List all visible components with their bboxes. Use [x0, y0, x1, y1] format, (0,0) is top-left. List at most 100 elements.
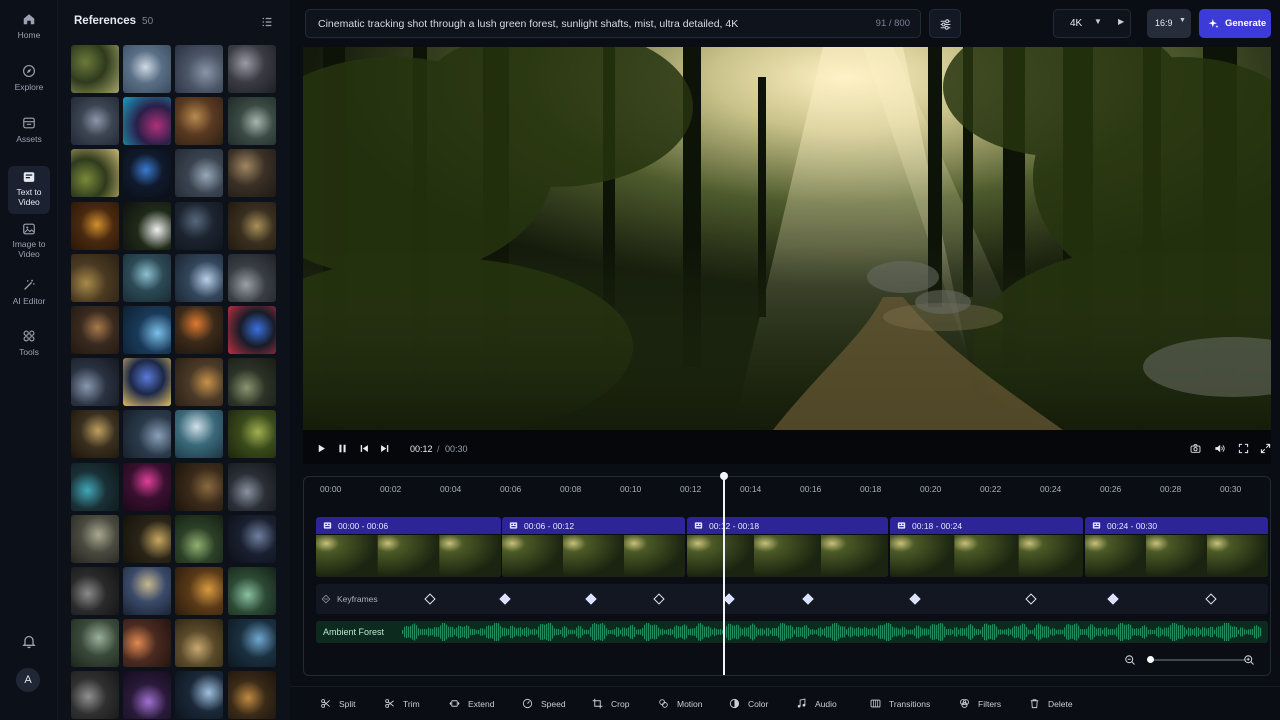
reference-thumbnail[interactable] [175, 358, 224, 407]
reference-thumbnail[interactable] [227, 358, 276, 407]
reference-thumbnail[interactable] [227, 45, 276, 93]
keyframe-marker[interactable] [653, 593, 665, 605]
reference-thumbnail[interactable] [123, 149, 172, 198]
reference-thumbnail[interactable] [71, 305, 119, 354]
reference-thumbnail[interactable] [71, 358, 119, 407]
keyframe-marker[interactable] [909, 593, 921, 605]
reference-thumbnail[interactable] [227, 671, 276, 720]
zoom-slider[interactable] [1148, 659, 1246, 661]
skip-forward-icon[interactable] [379, 443, 390, 454]
reference-thumbnail[interactable] [71, 149, 119, 198]
reference-thumbnail[interactable] [175, 97, 224, 146]
list-icon[interactable] [260, 15, 274, 29]
prompt-text[interactable]: Cinematic tracking shot through a lush g… [318, 18, 738, 30]
reference-thumbnail[interactable] [175, 149, 224, 198]
reference-thumbnail[interactable] [71, 97, 119, 146]
reference-thumbnail[interactable] [71, 514, 119, 563]
nav-ai-editor[interactable]: AI Editor [8, 278, 50, 328]
reference-thumbnail[interactable] [227, 514, 276, 563]
reference-thumbnail[interactable] [123, 619, 172, 668]
reference-thumbnail[interactable] [175, 253, 224, 302]
video-frame-forest[interactable] [303, 47, 1271, 430]
video-clip[interactable]: 00:00 - 00:06 [316, 517, 501, 577]
resolution-select[interactable]: 4K ▼ ▶ [1053, 9, 1131, 38]
reference-thumbnail[interactable] [175, 201, 224, 250]
clip-filmstrip[interactable] [687, 535, 888, 577]
zoom-in-icon[interactable] [1243, 654, 1255, 666]
reference-thumbnail[interactable] [227, 201, 276, 250]
reference-thumbnail[interactable] [227, 462, 276, 511]
playhead-handle[interactable] [720, 472, 728, 480]
clip-header[interactable]: 00:12 - 00:18 [687, 517, 888, 534]
clip-filmstrip[interactable] [890, 535, 1083, 577]
reference-thumbnail[interactable] [175, 45, 224, 93]
reference-thumbnail[interactable] [175, 566, 224, 615]
reference-thumbnail[interactable] [71, 201, 119, 250]
keyframe-marker[interactable] [585, 593, 597, 605]
prompt-input[interactable]: Cinematic tracking shot through a lush g… [305, 9, 921, 38]
playhead[interactable] [723, 472, 725, 675]
reference-thumbnail[interactable] [71, 253, 119, 302]
video-clip[interactable]: 00:18 - 00:24 [890, 517, 1083, 577]
clip-filmstrip[interactable] [316, 535, 501, 577]
reference-thumbnail[interactable] [123, 253, 172, 302]
reference-thumbnail[interactable] [123, 566, 172, 615]
clip-filmstrip[interactable] [1085, 535, 1268, 577]
reference-thumbnail[interactable] [123, 97, 172, 146]
reference-thumbnail[interactable] [71, 45, 119, 93]
nav-text-to-video[interactable]: Text to Video [8, 166, 50, 214]
keyframe-marker[interactable] [499, 593, 511, 605]
reference-thumbnail[interactable] [227, 253, 276, 302]
reference-thumbnail[interactable] [227, 149, 276, 198]
nav-image-to-video[interactable]: Image to Video [8, 222, 50, 272]
reference-thumbnail[interactable] [71, 566, 119, 615]
reference-thumbnail[interactable] [227, 619, 276, 668]
keyframes-track[interactable]: Keyframes [316, 584, 1268, 614]
aspect-ratio-select[interactable]: 16:9 ▼ [1147, 9, 1191, 38]
reference-thumbnail[interactable] [123, 201, 172, 250]
bell-icon[interactable] [21, 633, 37, 649]
reference-thumbnail[interactable] [123, 514, 172, 563]
avatar[interactable]: A [16, 668, 40, 692]
reference-thumbnail[interactable] [227, 305, 276, 354]
video-clip[interactable]: 00:06 - 00:12 [502, 517, 685, 577]
reference-thumbnail[interactable] [71, 410, 119, 459]
nav-assets[interactable]: Assets [8, 116, 50, 166]
camera-icon[interactable] [1190, 443, 1201, 454]
reference-thumbnail[interactable] [175, 619, 224, 668]
reference-thumbnail[interactable] [227, 410, 276, 459]
reference-thumbnail[interactable] [71, 462, 119, 511]
reference-thumbnail[interactable] [71, 619, 119, 668]
reference-thumbnail[interactable] [227, 97, 276, 146]
reference-thumbnail[interactable] [71, 671, 119, 720]
reference-thumbnail[interactable] [123, 305, 172, 354]
nav-explore[interactable]: Explore [8, 64, 50, 114]
reference-thumbnail[interactable] [123, 462, 172, 511]
keyframe-marker[interactable] [1025, 593, 1037, 605]
zoom-slider-handle[interactable] [1147, 656, 1154, 663]
clip-header[interactable]: 00:06 - 00:12 [502, 517, 685, 534]
clip-header[interactable]: 00:00 - 00:06 [316, 517, 501, 534]
reference-thumbnail[interactable] [123, 410, 172, 459]
reference-thumbnail[interactable] [227, 566, 276, 615]
keyframe-marker[interactable] [802, 593, 814, 605]
nav-home[interactable]: Home [8, 12, 50, 62]
reference-thumbnail[interactable] [175, 305, 224, 354]
zoom-out-icon[interactable] [1124, 654, 1136, 666]
expand-icon[interactable] [1260, 443, 1271, 454]
keyframe-marker[interactable] [1107, 593, 1119, 605]
generate-button[interactable]: Generate [1199, 9, 1271, 38]
video-clip[interactable]: 00:12 - 00:18 [687, 517, 888, 577]
keyframe-marker[interactable] [1205, 593, 1217, 605]
reference-thumbnail[interactable] [123, 45, 172, 93]
pause-icon[interactable] [337, 443, 348, 454]
adjust-settings-button[interactable] [929, 9, 961, 38]
reference-thumbnail[interactable] [175, 671, 224, 720]
skip-back-icon[interactable] [359, 443, 370, 454]
fullscreen-icon[interactable] [1238, 443, 1249, 454]
chevron-right-icon[interactable]: ▶ [1118, 17, 1124, 26]
reference-thumbnail[interactable] [123, 671, 172, 720]
play-icon[interactable] [316, 443, 327, 454]
video-player[interactable]: 00:12 / 00:30 [303, 47, 1271, 464]
video-clip[interactable]: 00:24 - 00:30 [1085, 517, 1268, 577]
